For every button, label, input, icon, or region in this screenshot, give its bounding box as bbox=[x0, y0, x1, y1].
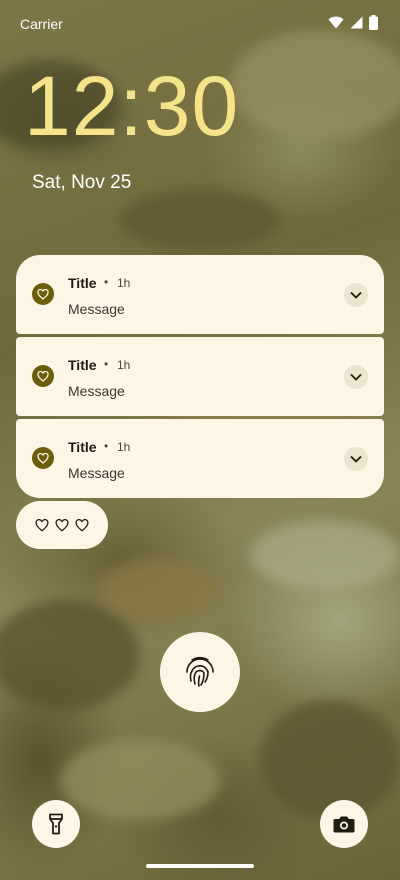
expand-button[interactable] bbox=[344, 283, 368, 307]
heart-icon bbox=[55, 518, 69, 532]
notification-card[interactable]: Title • 1h Message bbox=[16, 255, 384, 334]
notification-title: Title bbox=[68, 439, 97, 455]
lockscreen-date: Sat, Nov 25 bbox=[32, 172, 132, 193]
flashlight-button[interactable] bbox=[32, 800, 80, 848]
heart-icon bbox=[32, 283, 54, 305]
fingerprint-icon bbox=[186, 656, 214, 687]
camera-button[interactable] bbox=[320, 800, 368, 848]
signal-icon bbox=[350, 16, 363, 32]
home-gesture-handle[interactable] bbox=[146, 864, 254, 868]
notification-title: Title bbox=[68, 275, 97, 291]
notification-time: 1h bbox=[117, 358, 131, 372]
notification-message: Message bbox=[68, 465, 125, 481]
expand-button[interactable] bbox=[344, 447, 368, 471]
status-icons bbox=[328, 15, 378, 33]
status-bar: Carrier bbox=[0, 0, 400, 48]
flashlight-icon bbox=[49, 813, 63, 835]
notification-card[interactable]: Title • 1h Message bbox=[16, 337, 384, 416]
heart-icon bbox=[32, 447, 54, 469]
notification-separator: • bbox=[104, 357, 109, 371]
camera-icon bbox=[333, 816, 355, 833]
notification-message: Message bbox=[68, 383, 125, 399]
notification-title: Title bbox=[68, 357, 97, 373]
battery-icon bbox=[369, 15, 378, 33]
heart-icon bbox=[35, 518, 49, 532]
notification-message: Message bbox=[68, 301, 125, 317]
chevron-down-icon bbox=[350, 373, 362, 381]
chevron-down-icon bbox=[350, 455, 362, 463]
notification-time: 1h bbox=[117, 440, 131, 454]
heart-icon bbox=[75, 518, 89, 532]
notification-separator: • bbox=[104, 439, 109, 453]
fingerprint-button[interactable] bbox=[160, 632, 240, 712]
expand-button[interactable] bbox=[344, 365, 368, 389]
notification-overflow-shelf[interactable] bbox=[16, 501, 108, 549]
wifi-icon bbox=[328, 16, 344, 32]
notification-separator: • bbox=[104, 275, 109, 289]
carrier-label: Carrier bbox=[20, 16, 63, 32]
notification-stack: Title • 1h Message Title • 1h Message Ti… bbox=[16, 255, 384, 498]
heart-icon bbox=[32, 365, 54, 387]
notification-card[interactable]: Title • 1h Message bbox=[16, 419, 384, 498]
chevron-down-icon bbox=[350, 291, 362, 299]
lockscreen-clock: 12:30 bbox=[24, 59, 240, 153]
notification-time: 1h bbox=[117, 276, 131, 290]
